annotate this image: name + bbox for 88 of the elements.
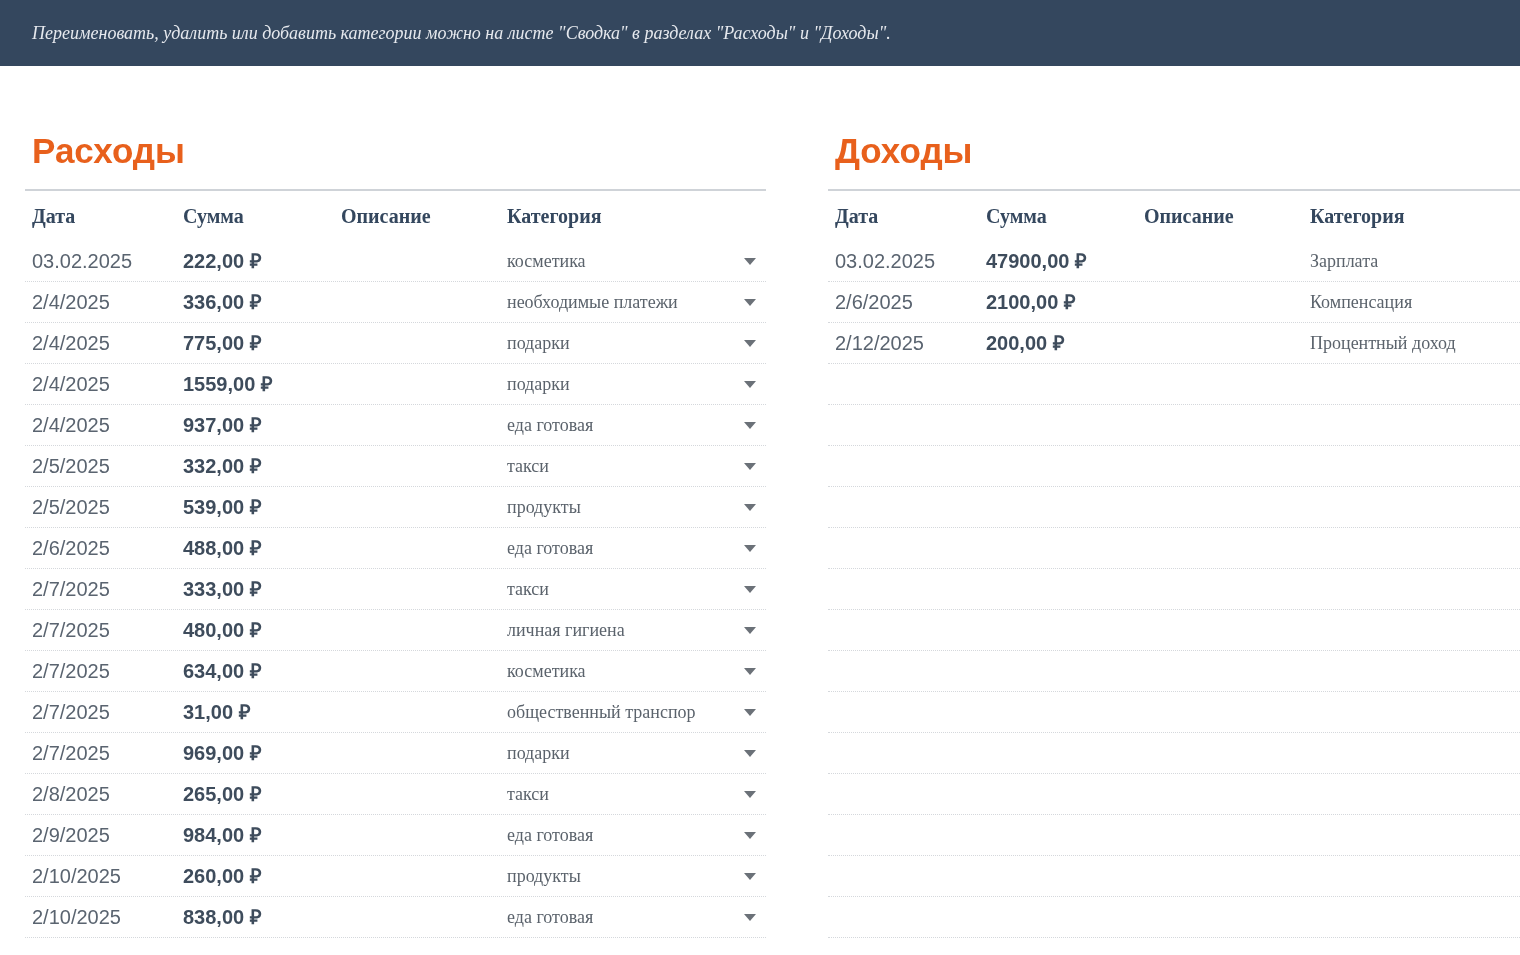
date-cell: 2/7/2025 bbox=[32, 619, 110, 641]
date-cell: 2/10/2025 bbox=[32, 865, 121, 887]
amount-cell: 332,00 ₽ bbox=[183, 455, 262, 477]
amount-cell: 984,00 ₽ bbox=[183, 824, 262, 846]
amount-cell: 634,00 ₽ bbox=[183, 660, 262, 682]
date-cell: 2/7/2025 bbox=[32, 701, 110, 723]
category-cell-text: подарки bbox=[507, 741, 570, 765]
amount-cell: 838,00 ₽ bbox=[183, 906, 262, 928]
category-cell-text: такси bbox=[507, 782, 549, 806]
category-cell-text: еда готовая bbox=[507, 823, 594, 847]
amount-cell: 775,00 ₽ bbox=[183, 332, 262, 354]
date-cell: 2/12/2025 bbox=[835, 332, 924, 354]
date-cell: 2/6/2025 bbox=[32, 537, 110, 559]
column-header: Сумма bbox=[986, 205, 1047, 227]
dropdown-caret-icon[interactable] bbox=[744, 831, 756, 839]
dropdown-caret-icon[interactable] bbox=[744, 339, 756, 347]
amount-cell: 200,00 ₽ bbox=[986, 332, 1065, 354]
category-cell-text: Процентный доход bbox=[1310, 331, 1456, 355]
dropdown-caret-icon[interactable] bbox=[744, 667, 756, 675]
date-cell: 2/6/2025 bbox=[835, 291, 913, 313]
column-header: Описание bbox=[341, 205, 431, 227]
amount-cell: 333,00 ₽ bbox=[183, 578, 262, 600]
column-header: Дата bbox=[32, 205, 76, 227]
date-cell: 2/8/2025 bbox=[32, 783, 110, 805]
category-cell-text: косметика bbox=[507, 659, 586, 683]
category-cell-text: косметика bbox=[507, 249, 586, 273]
dropdown-caret-icon[interactable] bbox=[744, 462, 756, 470]
dropdown-caret-icon[interactable] bbox=[744, 503, 756, 511]
date-cell: 2/4/2025 bbox=[32, 373, 110, 395]
section-title: Расходы bbox=[32, 130, 185, 173]
dropdown-caret-icon[interactable] bbox=[744, 380, 756, 388]
amount-cell: 969,00 ₽ bbox=[183, 742, 262, 764]
category-cell-text: Компенсация bbox=[1310, 290, 1413, 314]
dropdown-caret-icon[interactable] bbox=[744, 421, 756, 429]
amount-cell: 2100,00 ₽ bbox=[986, 291, 1076, 313]
amount-cell: 336,00 ₽ bbox=[183, 291, 262, 313]
section-title: Доходы bbox=[835, 130, 973, 173]
amount-cell: 265,00 ₽ bbox=[183, 783, 262, 805]
category-cell-text: общественный транспор bbox=[507, 700, 696, 724]
date-cell: 2/10/2025 bbox=[32, 906, 121, 928]
category-cell-text: личная гигиена bbox=[507, 618, 625, 642]
category-cell-text: Зарплата bbox=[1310, 249, 1379, 273]
category-cell-text: еда готовая bbox=[507, 413, 594, 437]
date-cell: 2/4/2025 bbox=[32, 414, 110, 436]
date-cell: 2/5/2025 bbox=[32, 455, 110, 477]
date-cell: 03.02.2025 bbox=[835, 250, 936, 272]
amount-cell: 488,00 ₽ bbox=[183, 537, 262, 559]
date-cell: 2/4/2025 bbox=[32, 291, 110, 313]
date-cell: 2/4/2025 bbox=[32, 332, 110, 354]
instruction-banner-text: Переименовать, удалить или добавить категории можно на листе "Сводка" в разделах "Расходы" и "Доходы". bbox=[32, 21, 891, 45]
amount-cell: 539,00 ₽ bbox=[183, 496, 262, 518]
dropdown-caret-icon[interactable] bbox=[744, 298, 756, 306]
category-cell-text: еда готовая bbox=[507, 905, 594, 929]
amount-cell: 260,00 ₽ bbox=[183, 865, 262, 887]
amount-cell: 222,00 ₽ bbox=[183, 250, 262, 272]
amount-cell: 31,00 ₽ bbox=[183, 701, 251, 723]
category-cell-text: необходимые платежи bbox=[507, 290, 678, 314]
category-cell-text: подарки bbox=[507, 331, 570, 355]
dropdown-caret-icon[interactable] bbox=[744, 708, 756, 716]
dropdown-caret-icon[interactable] bbox=[744, 257, 756, 265]
amount-cell: 47900,00 ₽ bbox=[986, 250, 1087, 272]
dropdown-caret-icon[interactable] bbox=[744, 872, 756, 880]
amount-cell: 937,00 ₽ bbox=[183, 414, 262, 436]
column-header: Категория bbox=[1310, 204, 1405, 230]
date-cell: 2/7/2025 bbox=[32, 578, 110, 600]
dropdown-caret-icon[interactable] bbox=[744, 626, 756, 634]
category-cell-text: такси bbox=[507, 454, 549, 478]
dropdown-caret-icon[interactable] bbox=[744, 913, 756, 921]
column-header: Категория bbox=[507, 204, 602, 230]
category-cell-text: продукты bbox=[507, 864, 581, 888]
date-cell: 2/9/2025 bbox=[32, 824, 110, 846]
category-cell-text: продукты bbox=[507, 495, 581, 519]
column-header: Дата bbox=[835, 205, 879, 227]
category-cell-text: еда готовая bbox=[507, 536, 594, 560]
date-cell: 2/7/2025 bbox=[32, 660, 110, 682]
date-cell: 03.02.2025 bbox=[32, 250, 133, 272]
date-cell: 2/7/2025 bbox=[32, 742, 110, 764]
dropdown-caret-icon[interactable] bbox=[744, 585, 756, 593]
amount-cell: 1559,00 ₽ bbox=[183, 373, 273, 395]
column-header: Описание bbox=[1144, 205, 1234, 227]
amount-cell: 480,00 ₽ bbox=[183, 619, 262, 641]
dropdown-caret-icon[interactable] bbox=[744, 544, 756, 552]
category-cell-text: такси bbox=[507, 577, 549, 601]
dropdown-caret-icon[interactable] bbox=[744, 749, 756, 757]
dropdown-caret-icon[interactable] bbox=[744, 790, 756, 798]
column-header: Сумма bbox=[183, 205, 244, 227]
category-cell-text: подарки bbox=[507, 372, 570, 396]
date-cell: 2/5/2025 bbox=[32, 496, 110, 518]
